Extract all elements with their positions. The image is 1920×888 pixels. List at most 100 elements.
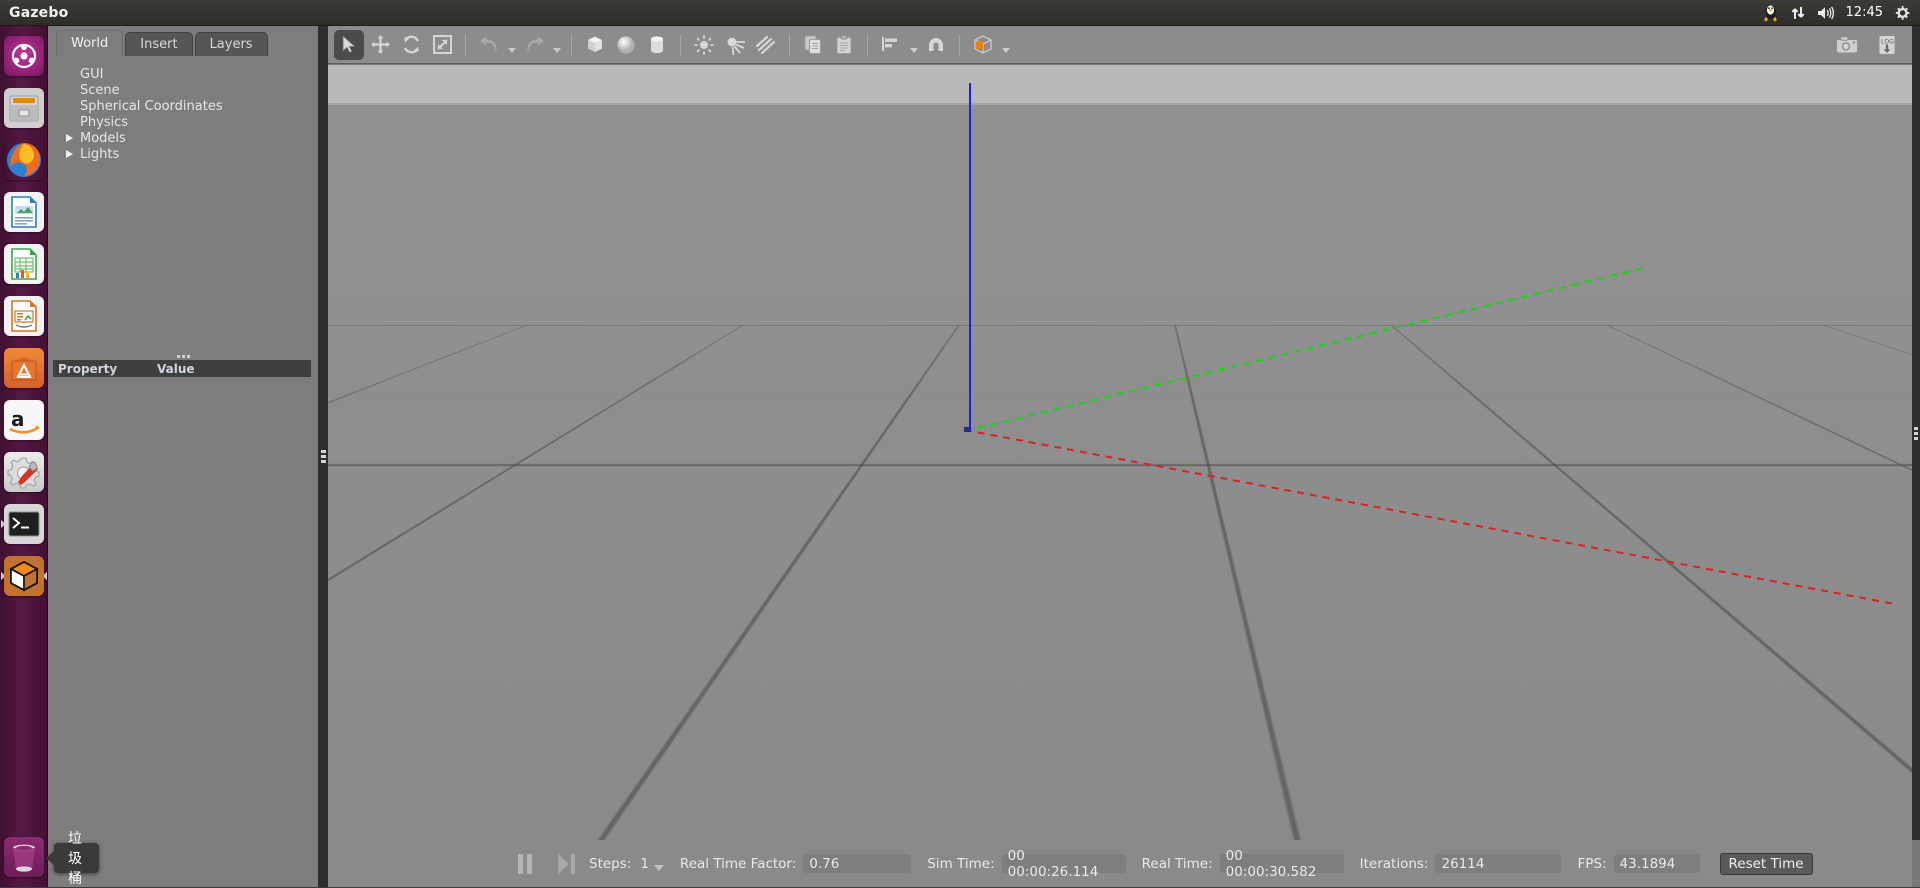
trash-icon [13, 844, 35, 872]
box-icon [588, 36, 602, 52]
ubuntu-logo-icon [11, 43, 37, 69]
penguin-icon[interactable] [1762, 4, 1779, 22]
tree-item-label: Models [80, 130, 126, 146]
align-options-button[interactable] [907, 30, 920, 60]
real-time-factor-label: Real Time Factor: [679, 855, 797, 872]
step-button[interactable] [558, 853, 575, 874]
chevron-right-icon[interactable] [66, 150, 78, 158]
steps-value[interactable]: 1 [640, 856, 649, 872]
toolbar-separator [959, 33, 960, 56]
grip-dot [186, 354, 190, 358]
launcher-item-libreoffice-calc[interactable] [0, 238, 48, 290]
system-tray: 12:45 [1762, 4, 1920, 22]
gazebo-logo-icon [9, 560, 39, 592]
tree-item-physics[interactable]: Physics [48, 114, 318, 130]
chevron-right-icon[interactable] [66, 134, 78, 142]
log-record-button[interactable]: LOG [1872, 30, 1902, 60]
rotate-arrows-icon [403, 35, 419, 54]
launcher-item-trash[interactable] [0, 831, 48, 883]
launcher-item-gazebo[interactable] [0, 550, 48, 602]
settings-gear-wrench-icon [7, 457, 40, 489]
right-panel-splitter[interactable] [1912, 26, 1920, 840]
chevron-down-icon [507, 47, 516, 53]
pause-button[interactable] [518, 853, 534, 874]
column-header-value: Value [157, 361, 195, 376]
svg-text:LOG: LOG [1881, 39, 1894, 46]
gazebo-window: World Insert Layers GUI Scene Spherical … [48, 26, 1920, 887]
screenshot-button[interactable] [1832, 30, 1862, 60]
launcher-item-ubuntu-software[interactable] [0, 342, 48, 394]
gazebo-3d-viewport[interactable] [328, 65, 1912, 840]
insert-cylinder-button[interactable] [642, 30, 672, 60]
undo-history-button[interactable] [505, 30, 518, 60]
launcher-item-system-settings[interactable] [0, 446, 48, 498]
grid-horizon-fade [328, 105, 1912, 405]
firefox-icon [7, 143, 41, 177]
sim-time-value: 00 00:00:26.114 [1001, 848, 1126, 880]
insert-point-light-button[interactable] [689, 30, 719, 60]
panel-tab-bar: World Insert Layers [56, 30, 268, 56]
real-time-factor-value: 0.76 [803, 854, 912, 873]
tab-world[interactable]: World [56, 30, 124, 56]
insert-directional-light-button[interactable] [751, 30, 781, 60]
wireframe-box-icon [974, 34, 992, 54]
spot-light-icon [727, 37, 745, 55]
reset-time-button[interactable]: Reset Time [1719, 852, 1813, 875]
network-updown-icon[interactable] [1790, 5, 1806, 21]
align-icon [882, 36, 897, 51]
launcher-item-libreoffice-impress[interactable] [0, 290, 48, 342]
paste-button[interactable] [829, 30, 859, 60]
fps-value: 43.1894 [1613, 854, 1700, 873]
unity-top-panel: Gazebo 12:45 [0, 0, 1920, 26]
undo-button[interactable] [474, 30, 504, 60]
select-mode-button[interactable] [334, 29, 364, 60]
steps-chevron-down-icon[interactable] [653, 864, 664, 871]
insert-sphere-button[interactable] [611, 30, 641, 60]
camera-icon [1836, 36, 1858, 54]
chevron-down-icon [1001, 47, 1010, 53]
gear-icon[interactable] [1894, 5, 1910, 21]
view-mode-options-button[interactable] [999, 30, 1012, 60]
redo-history-button[interactable] [550, 30, 563, 60]
tree-item-scene[interactable]: Scene [48, 82, 318, 98]
magnet-icon [929, 37, 943, 51]
tree-item-models[interactable]: Models [48, 130, 318, 146]
tree-item-gui[interactable]: GUI [48, 66, 318, 82]
impress-slide-icon [11, 300, 37, 332]
main-vertical-splitter[interactable] [318, 26, 328, 887]
clock[interactable]: 12:45 [1846, 5, 1883, 20]
tree-item-lights[interactable]: Lights [48, 146, 318, 162]
fps-label: FPS: [1577, 855, 1607, 872]
translate-mode-button[interactable] [365, 30, 395, 60]
redo-button[interactable] [519, 30, 549, 60]
z-axis-line [969, 83, 971, 432]
panel-horizontal-splitter[interactable] [48, 352, 318, 360]
toolbar-right-group: LOG [1832, 30, 1902, 60]
tab-layers[interactable]: Layers [194, 32, 268, 56]
pause-bar [527, 853, 532, 874]
paste-icon [836, 34, 852, 54]
tree-item-spherical-coordinates[interactable]: Spherical Coordinates [48, 98, 318, 114]
launcher-item-firefox[interactable] [0, 134, 48, 186]
rotate-mode-button[interactable] [396, 30, 426, 60]
launcher-item-amazon[interactable]: a [0, 394, 48, 446]
launcher-item-terminal[interactable] [0, 498, 48, 550]
insert-box-button[interactable] [580, 30, 610, 60]
step-forward-icon [558, 853, 569, 874]
tree-item-label: GUI [80, 66, 104, 82]
tab-insert[interactable]: Insert [125, 32, 193, 56]
launcher-item-ubuntu-dash[interactable] [0, 30, 48, 82]
align-button[interactable] [876, 30, 906, 60]
launcher-item-libreoffice-writer[interactable] [0, 186, 48, 238]
sim-time-label: Sim Time: [927, 855, 995, 872]
view-mode-button[interactable] [968, 30, 998, 60]
copy-button[interactable] [798, 30, 828, 60]
volume-icon[interactable] [1817, 5, 1835, 21]
insert-spot-light-button[interactable] [720, 30, 750, 60]
scale-mode-button[interactable] [427, 30, 457, 60]
writer-doc-icon [11, 196, 37, 228]
chevron-down-icon [909, 47, 918, 53]
snap-button[interactable] [921, 30, 951, 60]
launcher-item-files[interactable] [0, 82, 48, 134]
world-tree[interactable]: GUI Scene Spherical Coordinates Physics … [48, 56, 318, 328]
